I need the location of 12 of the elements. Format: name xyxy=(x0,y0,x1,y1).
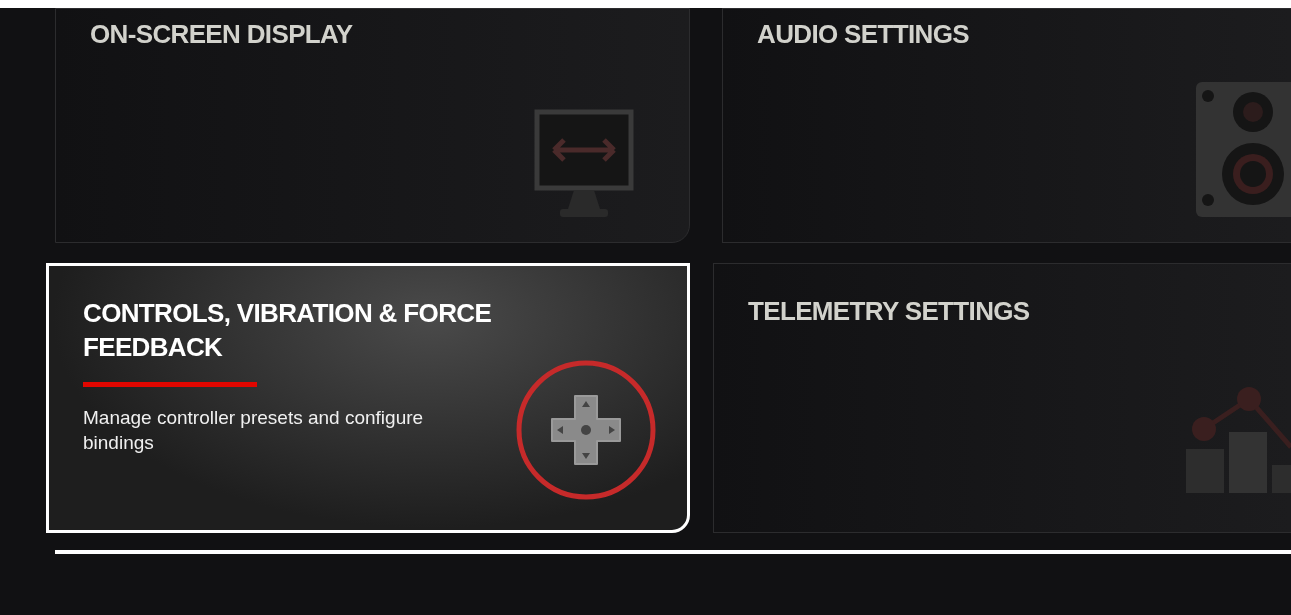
tile-title: AUDIO SETTINGS xyxy=(757,18,970,51)
speaker-icon xyxy=(1196,82,1291,217)
tile-title: ON-SCREEN DISPLAY xyxy=(90,18,354,51)
menu-tile[interactable]: TELEMETRY SETTINGS xyxy=(713,263,1291,533)
menu-tile[interactable]: ON-SCREEN DISPLAY xyxy=(55,8,690,243)
menu-tile[interactable]: CONTROLS, VIBRATION & FORCE FEEDBACK Manage controller presets and configure bindings xyxy=(46,263,690,533)
chart-icon xyxy=(1186,387,1291,495)
tile-title: CONTROLS, VIBRATION & FORCE FEEDBACK xyxy=(83,297,493,364)
menu-tile[interactable]: AUDIO SETTINGS xyxy=(722,8,1291,243)
tile-description: Manage controller presets and configure bindings xyxy=(83,406,425,455)
tile-title: TELEMETRY SETTINGS xyxy=(748,295,1031,328)
dpad-icon xyxy=(515,359,657,501)
